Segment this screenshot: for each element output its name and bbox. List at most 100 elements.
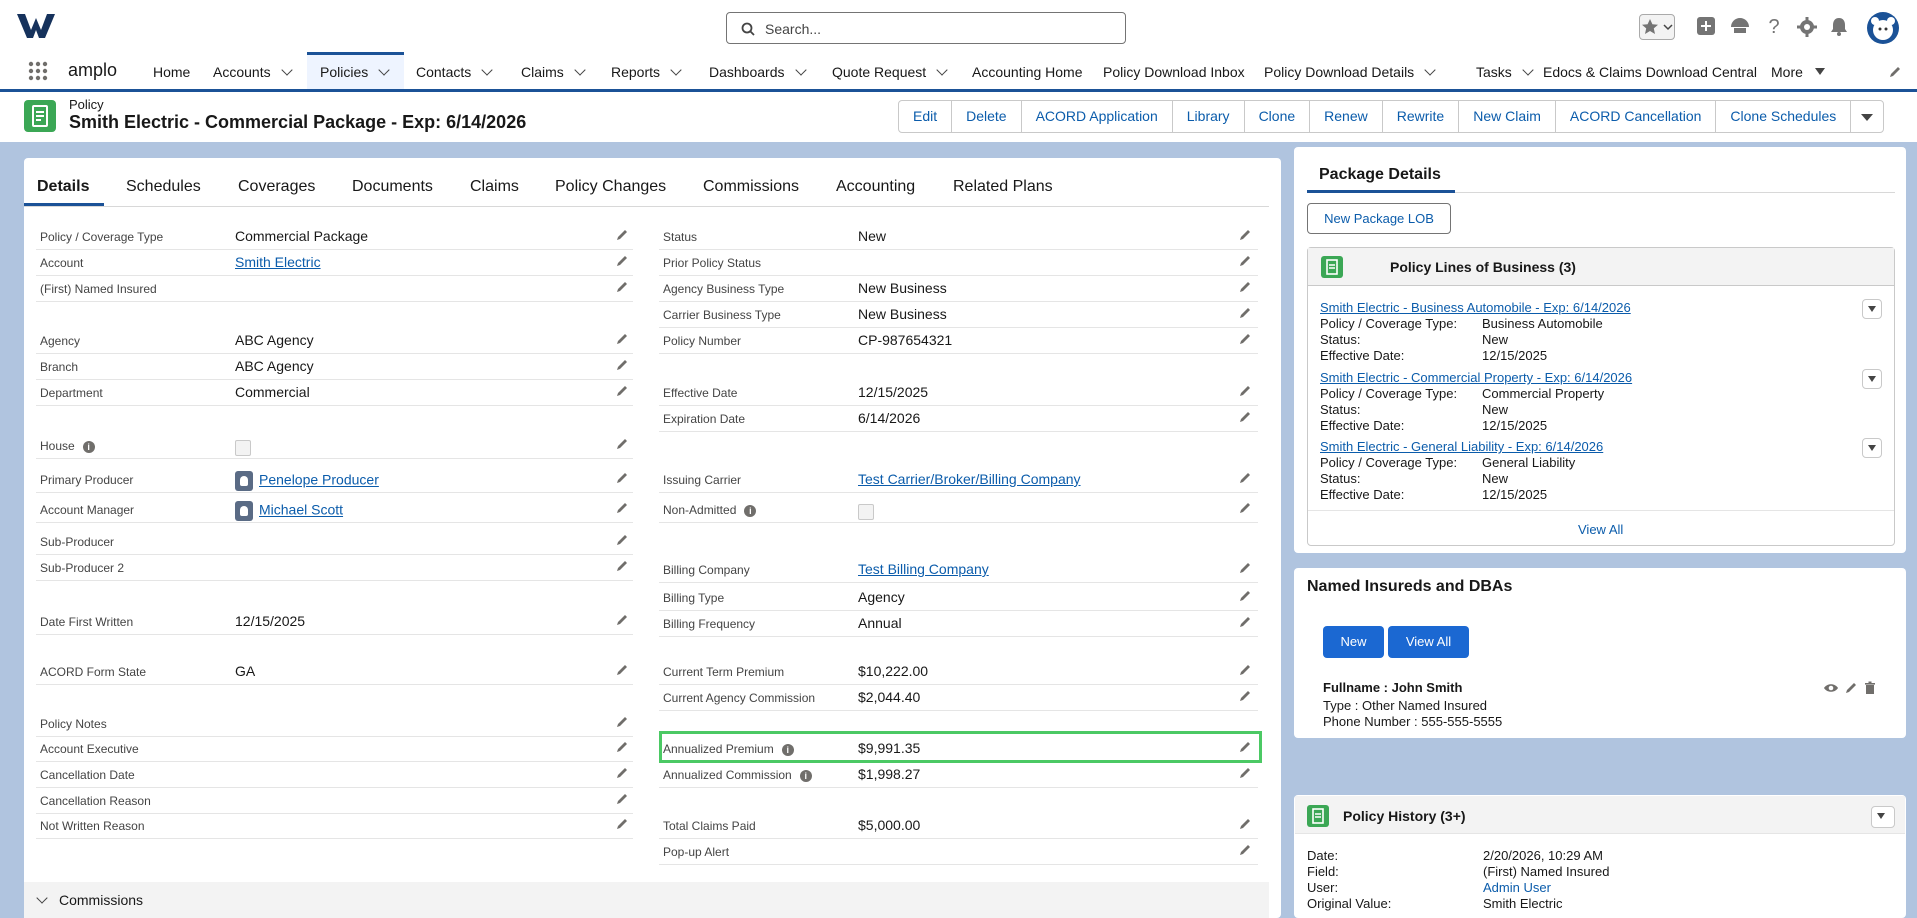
edit-pencil-icon[interactable] (615, 501, 629, 515)
history-value[interactable]: Admin User (1483, 880, 1551, 895)
nav-policies[interactable]: Policies (307, 52, 404, 89)
edit-pencil-icon[interactable] (615, 533, 629, 547)
lob-link[interactable]: Smith Electric - General Liability - Exp… (1320, 439, 1603, 454)
lob-link[interactable]: Smith Electric - Business Automobile - E… (1320, 300, 1631, 315)
nav-tasks[interactable]: Tasks (1476, 52, 1534, 89)
rewrite-button[interactable]: Rewrite (1383, 101, 1460, 132)
edit-nav-pencil-icon[interactable] (1888, 65, 1902, 79)
edit-button[interactable]: Edit (899, 101, 953, 132)
chevron-down-icon[interactable] (481, 64, 493, 76)
field-value-text[interactable]: Smith Electric (235, 254, 321, 270)
edit-pencil-icon[interactable] (1238, 501, 1252, 515)
chevron-down-icon[interactable] (378, 64, 390, 76)
nav-home[interactable]: Home (153, 52, 190, 89)
primary-producer-value[interactable]: Penelope Producer (235, 471, 379, 491)
non-admitted-checkbox[interactable] (858, 504, 874, 520)
edit-pencil-icon[interactable] (1238, 306, 1252, 320)
edit-pencil-icon[interactable] (615, 332, 629, 346)
settings-gear-icon[interactable] (1797, 17, 1817, 37)
policy-history-title[interactable]: Policy History (3+) (1343, 808, 1466, 824)
edit-pencil-icon[interactable] (1238, 561, 1252, 575)
chevron-down-icon[interactable] (574, 64, 586, 76)
edit-pencil-icon[interactable] (1238, 228, 1252, 242)
acord-cancellation-button[interactable]: ACORD Cancellation (1556, 101, 1717, 132)
notifications-bell-icon[interactable] (1829, 16, 1849, 36)
tab-details[interactable]: Details (37, 178, 89, 196)
caret-down-icon[interactable] (1814, 68, 1825, 75)
edit-pencil-icon[interactable] (1238, 280, 1252, 294)
library-button[interactable]: Library (1173, 101, 1245, 132)
tab-documents[interactable]: Documents (352, 178, 433, 196)
edit-pencil-icon[interactable] (1238, 817, 1252, 831)
lob-menu-button[interactable] (1862, 369, 1882, 389)
edit-pencil-icon[interactable] (1238, 254, 1252, 268)
edit-pencil-icon[interactable] (615, 471, 629, 485)
edit-pencil-icon[interactable] (615, 228, 629, 242)
tab-commissions[interactable]: Commissions (703, 178, 799, 196)
tab-coverages[interactable]: Coverages (238, 178, 315, 196)
account-value[interactable]: Smith Electric (235, 254, 321, 270)
clone-schedules-button[interactable]: Clone Schedules (1716, 101, 1852, 132)
tab-claims[interactable]: Claims (470, 178, 519, 196)
new-named-insured-button[interactable]: New (1323, 626, 1384, 658)
clone-button[interactable]: Clone (1245, 101, 1311, 132)
edit-pencil-icon[interactable] (1238, 663, 1252, 677)
edit-pencil-icon[interactable] (615, 766, 629, 780)
tab-policy-changes[interactable]: Policy Changes (555, 178, 666, 196)
edit-pencil-icon[interactable] (1238, 384, 1252, 398)
edit-pencil-icon[interactable] (615, 559, 629, 573)
nav-claims[interactable]: Claims (521, 52, 586, 89)
nav-quote-request[interactable]: Quote Request (832, 52, 948, 89)
tab-accounting[interactable]: Accounting (836, 178, 915, 196)
chevron-down-icon[interactable] (1522, 64, 1534, 76)
account-manager-value[interactable]: Michael Scott (235, 501, 343, 521)
edit-pencil-icon[interactable] (615, 740, 629, 754)
nav-more[interactable]: More (1771, 52, 1825, 89)
edit-pencil-icon[interactable] (1238, 410, 1252, 424)
nav-edocs-claims[interactable]: Edocs & Claims Download Central (1543, 52, 1757, 89)
edit-pencil-icon[interactable] (615, 817, 629, 831)
view-eye-icon[interactable] (1823, 682, 1839, 694)
favorites-star-icon[interactable] (1639, 14, 1675, 40)
edit-pencil-icon[interactable] (1238, 615, 1252, 629)
more-actions-button[interactable] (1851, 101, 1883, 132)
edit-pencil-icon[interactable] (615, 358, 629, 372)
field-value-text[interactable]: Test Carrier/Broker/Billing Company (858, 471, 1081, 487)
info-icon[interactable]: i (744, 504, 757, 517)
chevron-down-icon[interactable] (1424, 64, 1436, 76)
new-claim-button[interactable]: New Claim (1459, 101, 1556, 132)
billing-company-value[interactable]: Test Billing Company (858, 561, 989, 577)
add-icon[interactable] (1696, 16, 1716, 36)
chevron-down-icon[interactable] (794, 64, 807, 76)
edit-pencil-icon[interactable] (1238, 843, 1252, 857)
edit-pencil-icon[interactable] (615, 613, 629, 627)
edit-pencil-icon[interactable] (1844, 681, 1858, 695)
nav-policy-download-inbox[interactable]: Policy Download Inbox (1103, 52, 1245, 89)
tab-related-plans[interactable]: Related Plans (953, 178, 1053, 196)
chevron-down-icon[interactable] (670, 64, 682, 76)
view-all-named-insureds-button[interactable]: View All (1388, 626, 1469, 658)
lob-menu-button[interactable] (1862, 299, 1882, 319)
help-icon[interactable]: ? (1764, 16, 1784, 36)
tab-schedules[interactable]: Schedules (126, 178, 201, 196)
nav-policy-download-details[interactable]: Policy Download Details (1264, 52, 1436, 89)
policy-history-menu-button[interactable] (1871, 806, 1895, 828)
issuing-carrier-value[interactable]: Test Carrier/Broker/Billing Company (858, 471, 1081, 487)
commissions-section-header[interactable]: Commissions (24, 882, 1269, 918)
nav-accounts[interactable]: Accounts (213, 52, 293, 89)
field-value-text[interactable]: Michael Scott (259, 502, 343, 518)
info-icon[interactable]: i (799, 769, 812, 782)
edit-pencil-icon[interactable] (615, 663, 629, 677)
info-icon[interactable]: i (82, 440, 95, 453)
trailhead-icon[interactable] (1730, 16, 1750, 36)
new-package-lob-button[interactable]: New Package LOB (1307, 203, 1451, 234)
house-checkbox[interactable] (235, 440, 251, 456)
policy-lines-title[interactable]: Policy Lines of Business (3) (1390, 259, 1576, 275)
user-avatar[interactable] (1867, 12, 1899, 44)
edit-pencil-icon[interactable] (615, 384, 629, 398)
delete-button[interactable]: Delete (952, 101, 1022, 132)
field-value-text[interactable]: Penelope Producer (259, 472, 379, 488)
edit-pencil-icon[interactable] (615, 437, 629, 451)
edit-pencil-icon[interactable] (1238, 766, 1252, 780)
nav-dashboards[interactable]: Dashboards (709, 52, 807, 89)
